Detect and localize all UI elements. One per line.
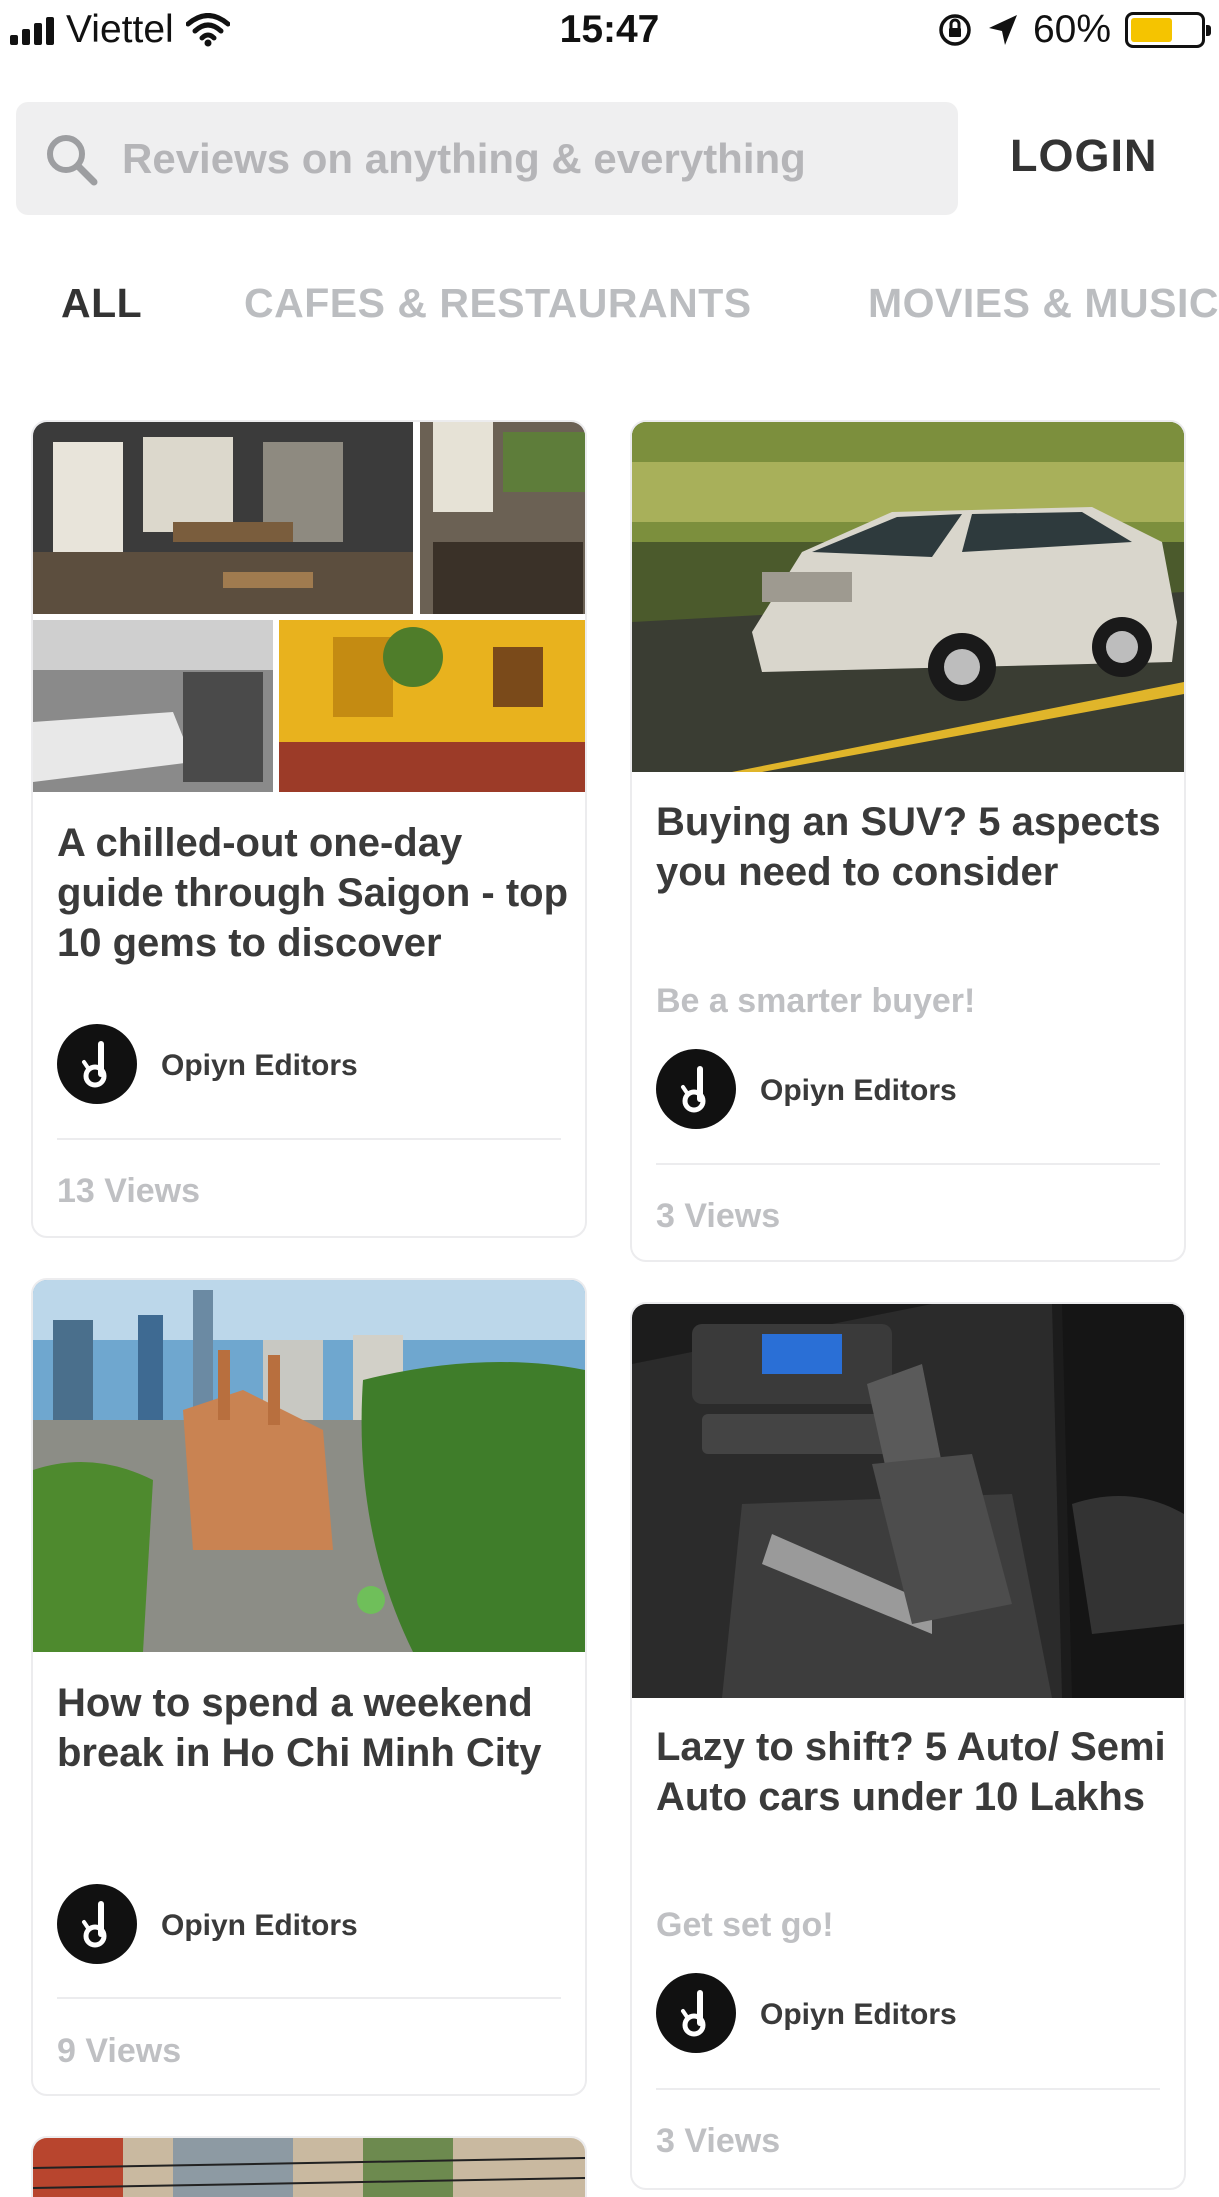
article-card[interactable]: A chilled-out one-day guide through Saig… bbox=[31, 420, 587, 1238]
login-button[interactable]: LOGIN bbox=[1010, 130, 1158, 182]
battery-level bbox=[1131, 18, 1172, 42]
article-card[interactable]: How to spend a weekend break in Ho Chi M… bbox=[31, 1278, 587, 2096]
avatar bbox=[57, 1884, 137, 1964]
author-name[interactable]: Opiyn Editors bbox=[161, 1049, 358, 1083]
tab-movies-music[interactable]: MOVIES & MUSIC bbox=[868, 280, 1219, 327]
avatar bbox=[656, 1973, 736, 2053]
view-count: 13 Views bbox=[57, 1172, 201, 1210]
opiyn-logo-icon bbox=[82, 1041, 107, 1088]
article-title[interactable]: How to spend a weekend break in Ho Chi M… bbox=[57, 1678, 572, 1778]
tab-all[interactable]: ALL bbox=[61, 280, 142, 327]
article-image bbox=[632, 422, 1184, 772]
search-icon bbox=[47, 135, 98, 186]
search-bar[interactable] bbox=[16, 102, 958, 215]
battery-icon bbox=[1125, 12, 1211, 48]
article-title[interactable]: Lazy to shift? 5 Auto/ Semi Auto cars un… bbox=[656, 1722, 1171, 1822]
search-input[interactable] bbox=[122, 102, 942, 215]
card-divider bbox=[656, 1163, 1160, 1165]
tab-cafes-restaurants[interactable]: CAFES & RESTAURANTS bbox=[244, 280, 752, 327]
article-image bbox=[33, 1280, 585, 1652]
location-arrow-icon bbox=[988, 15, 1017, 45]
view-count: 3 Views bbox=[656, 1197, 781, 1235]
avatar bbox=[656, 1049, 736, 1129]
card-divider bbox=[656, 2088, 1160, 2090]
article-title[interactable]: A chilled-out one-day guide through Saig… bbox=[57, 818, 572, 968]
rotation-lock-icon bbox=[939, 14, 971, 46]
card-divider bbox=[57, 1138, 561, 1140]
article-image bbox=[33, 422, 585, 792]
opiyn-logo-icon bbox=[681, 1990, 706, 2037]
view-count: 9 Views bbox=[57, 2032, 182, 2070]
article-card[interactable] bbox=[31, 2136, 587, 2197]
battery-percent: 60% bbox=[1032, 8, 1111, 51]
card-divider bbox=[57, 1997, 561, 1999]
status-right: 60% bbox=[937, 8, 1211, 52]
author-name[interactable]: Opiyn Editors bbox=[760, 1998, 957, 2032]
avatar bbox=[57, 1024, 137, 1104]
opiyn-logo-icon bbox=[82, 1901, 107, 1948]
article-card[interactable]: Buying an SUV? 5 aspects you need to con… bbox=[630, 420, 1186, 1262]
article-subtitle: Be a smarter buyer! bbox=[656, 982, 976, 1020]
article-title[interactable]: Buying an SUV? 5 aspects you need to con… bbox=[656, 797, 1171, 897]
opiyn-logo-icon bbox=[681, 1066, 706, 1113]
view-count: 3 Views bbox=[656, 2122, 781, 2160]
article-card[interactable]: Lazy to shift? 5 Auto/ Semi Auto cars un… bbox=[630, 1302, 1186, 2190]
article-image bbox=[33, 2138, 585, 2197]
article-subtitle: Get set go! bbox=[656, 1906, 834, 1944]
author-name[interactable]: Opiyn Editors bbox=[161, 1909, 358, 1943]
article-image bbox=[632, 1304, 1184, 1698]
category-tabs: ALL CAFES & RESTAURANTS MOVIES & MUSIC bbox=[0, 280, 1219, 340]
status-bar: Viettel 15:47 60% bbox=[0, 0, 1219, 62]
author-name[interactable]: Opiyn Editors bbox=[760, 1074, 957, 1108]
